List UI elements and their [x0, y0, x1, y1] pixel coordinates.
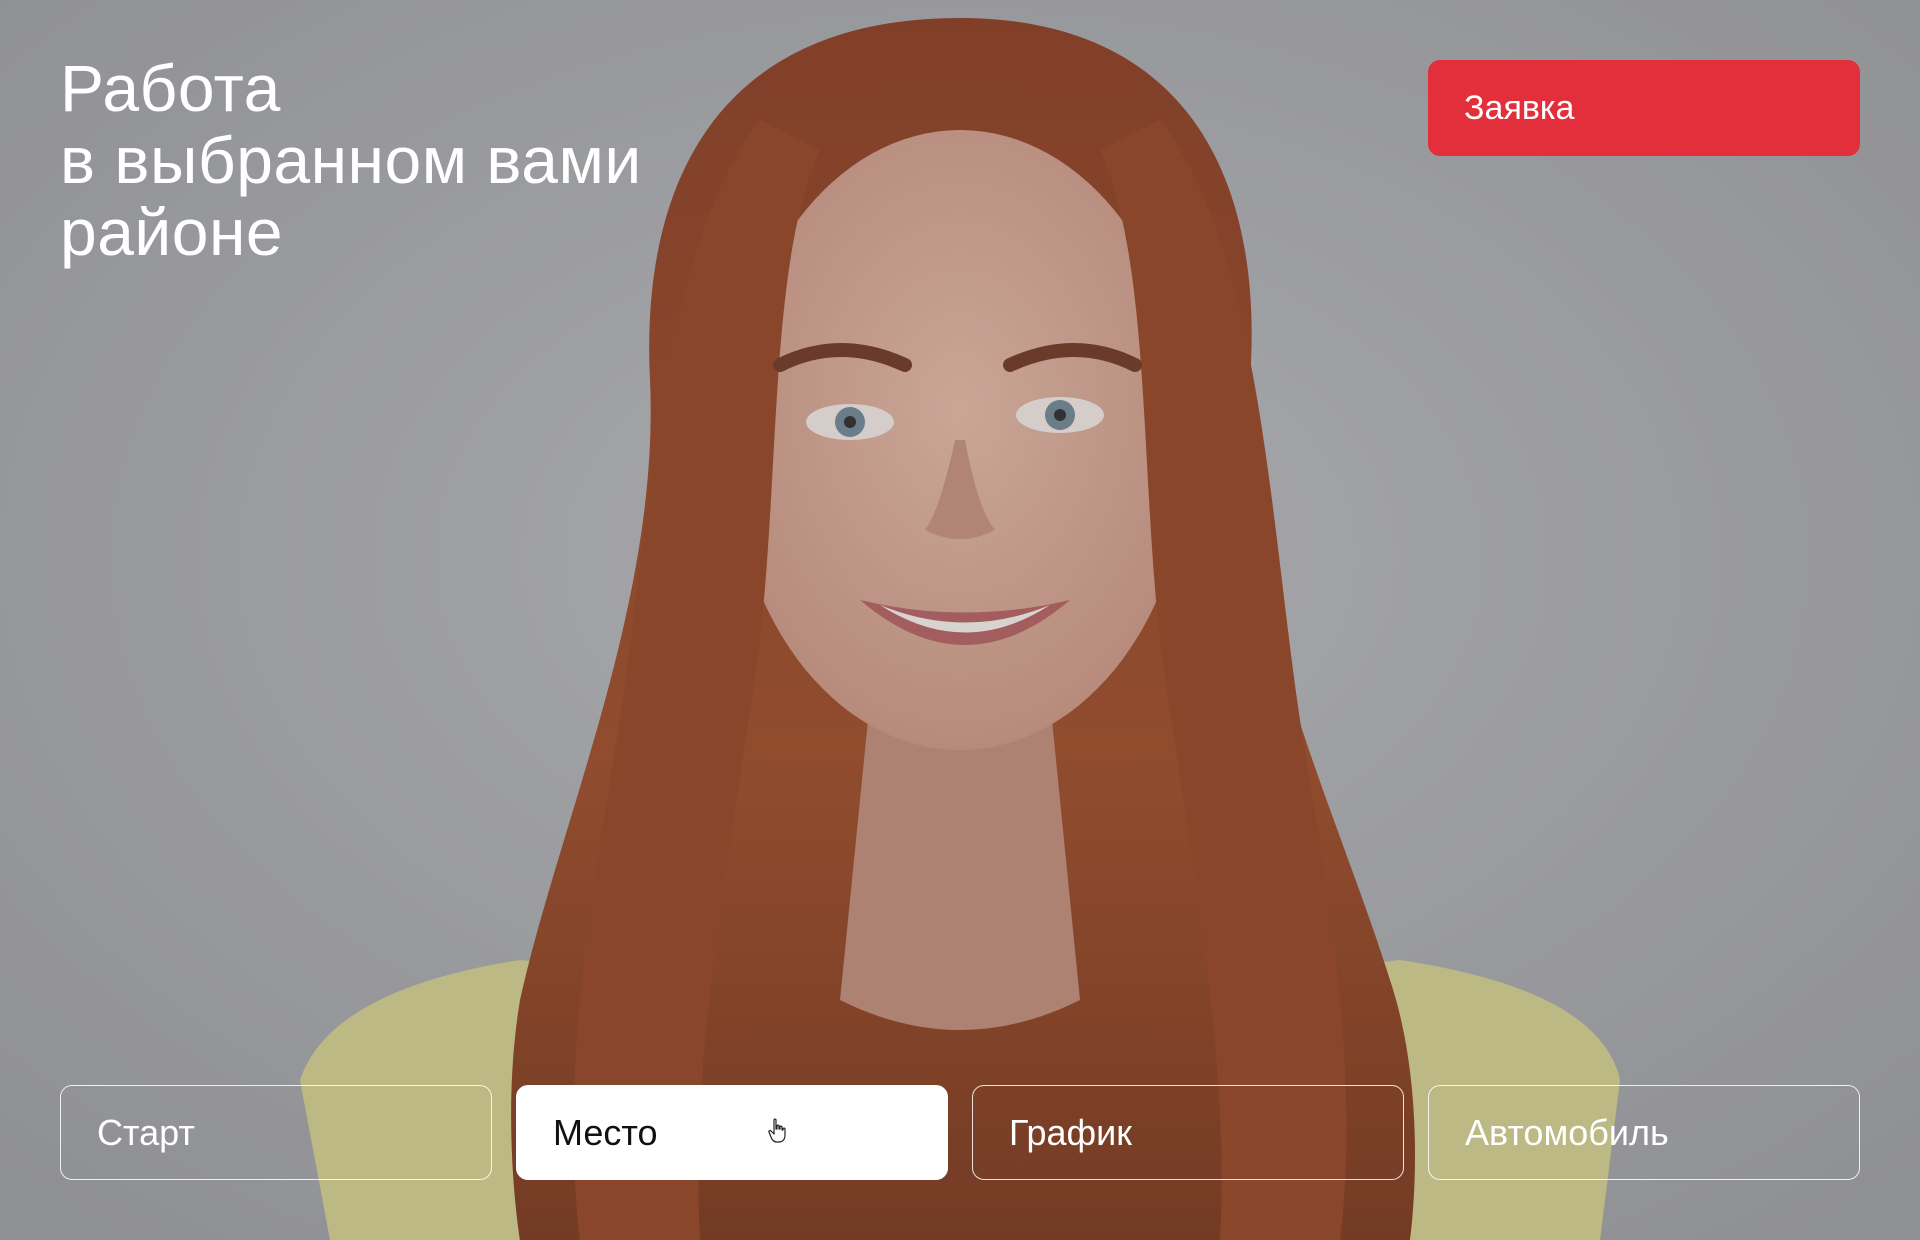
headline-line: районе — [60, 195, 284, 269]
feature-tabs: Старт Место График Автомобиль — [60, 1085, 1860, 1180]
tab-label: График — [1009, 1111, 1132, 1153]
application-button[interactable]: Заявка — [1428, 60, 1860, 156]
hand-pointer-icon — [768, 1118, 786, 1143]
tab-start[interactable]: Старт — [60, 1085, 492, 1180]
tab-car[interactable]: Автомобиль — [1428, 1085, 1860, 1180]
tab-schedule[interactable]: График — [972, 1085, 1404, 1180]
tab-label: Автомобиль — [1465, 1111, 1669, 1153]
headline-line: Работа — [60, 51, 281, 125]
tab-place[interactable]: Место — [516, 1085, 948, 1180]
page-title: Работа в выбранном вами районе — [60, 52, 642, 268]
hero-section: Работа в выбранном вами районе Заявка Ст… — [0, 0, 1920, 1240]
tab-label: Старт — [97, 1111, 195, 1153]
tab-label: Место — [553, 1111, 658, 1153]
headline-line: в выбранном вами — [60, 123, 642, 197]
